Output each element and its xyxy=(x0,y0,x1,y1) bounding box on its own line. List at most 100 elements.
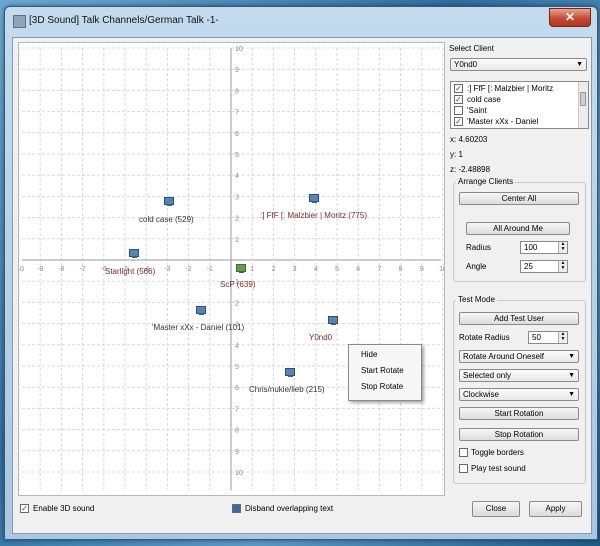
list-item-label: :] FfF [: Malzbier | Moritz xyxy=(467,84,554,93)
chevron-down-icon: ▼ xyxy=(568,353,575,360)
rotate-radius-label: Rotate Radius xyxy=(459,333,510,342)
all-around-me-button[interactable]: All Around Me xyxy=(466,222,570,235)
x-tick-label: -10 xyxy=(19,266,24,273)
list-item[interactable]: ✓ cold case xyxy=(451,94,575,105)
list-scrollbar[interactable] xyxy=(578,82,588,128)
client-icon-y0nd0[interactable] xyxy=(328,316,338,326)
apply-button[interactable]: Apply xyxy=(529,501,582,517)
spin-arrows-icon[interactable]: ▲ ▼ xyxy=(558,332,567,343)
x-tick-label: -9 xyxy=(37,266,43,273)
select-client-value: Y0nd0 xyxy=(454,60,478,69)
x-tick-label: 3 xyxy=(293,266,297,273)
play-test-sound-label[interactable]: Play test sound xyxy=(471,464,526,473)
radius-value: 100 xyxy=(524,243,538,252)
enable-3d-sound-checkbox[interactable]: ✓ xyxy=(20,504,29,513)
test-mode-title: Test Mode xyxy=(456,295,497,304)
selection-dropdown[interactable]: Selected only ▼ xyxy=(459,369,579,382)
client-icon-scp[interactable] xyxy=(236,264,246,274)
client-icon-fff-malzbier[interactable] xyxy=(309,194,319,204)
enable-3d-sound-label[interactable]: Enable 3D sound xyxy=(33,504,94,513)
x-tick-label: 10 xyxy=(439,266,444,273)
coord-x: x: 4.60203 xyxy=(450,135,488,144)
list-item-label: cold case xyxy=(467,95,501,104)
y-tick-label: 6 xyxy=(235,385,239,392)
menu-item-hide[interactable]: Hide xyxy=(349,347,421,363)
rotate-mode-dropdown[interactable]: Rotate Around Oneself ▼ xyxy=(459,350,579,363)
rotate-radius-spinbox[interactable]: 50 ▲ ▼ xyxy=(528,331,568,344)
y-tick-label: 8 xyxy=(235,88,239,95)
list-item-checkbox[interactable]: ✓ xyxy=(454,84,463,93)
app-icon xyxy=(13,15,26,28)
client-label-master-daniel[interactable]: 'Master xXx - Daniel (101) xyxy=(152,323,244,332)
y-tick-label: 4 xyxy=(235,343,239,350)
toggle-borders-label[interactable]: Toggle borders xyxy=(471,448,524,457)
list-item-label: 'Master xXx - Daniel xyxy=(467,117,539,126)
center-all-button[interactable]: Center All xyxy=(459,192,579,205)
client-label-chris-nukie[interactable]: Chris/nukie/lieb (215) xyxy=(249,385,325,394)
client-checklist[interactable]: ✓ :] FfF [: Malzbier | Moritz ✓ cold cas… xyxy=(450,81,589,129)
client-label-y0nd0[interactable]: Y0nd0 xyxy=(309,333,332,342)
angle-spinbox[interactable]: 25 ▲ ▼ xyxy=(520,260,568,273)
close-button[interactable]: Close xyxy=(472,501,520,517)
y-tick-label: 7 xyxy=(235,110,239,117)
x-tick-label: -2 xyxy=(185,266,191,273)
chevron-down-icon: ▼ xyxy=(568,391,575,398)
window-title: [3D Sound] Talk Channels/German Talk -1- xyxy=(29,15,219,26)
list-item-checkbox[interactable] xyxy=(454,106,463,115)
toggle-borders-checkbox[interactable] xyxy=(459,448,468,457)
x-tick-label: -1 xyxy=(207,266,213,273)
menu-item-stop-rotate[interactable]: Stop Rotate xyxy=(349,379,421,395)
list-item[interactable]: ✓ 'Master xXx - Daniel xyxy=(451,116,575,127)
x-tick-label: -7 xyxy=(79,266,85,273)
client-icon-cold-case[interactable] xyxy=(164,197,174,207)
y-tick-label: 1 xyxy=(235,237,239,244)
x-tick-label: 6 xyxy=(356,266,360,273)
title-bar[interactable]: [3D Sound] Talk Channels/German Talk -1-… xyxy=(5,7,597,33)
play-test-sound-checkbox[interactable] xyxy=(459,464,468,473)
radius-label: Radius xyxy=(466,243,491,252)
list-item-checkbox[interactable]: ✓ xyxy=(454,95,463,104)
selection-value: Selected only xyxy=(463,371,512,380)
direction-dropdown[interactable]: Clockwise ▼ xyxy=(459,388,579,401)
client-icon-chris-nukie[interactable] xyxy=(285,368,295,378)
rotate-radius-value: 50 xyxy=(532,333,541,342)
list-item[interactable]: 'Saint xyxy=(451,105,575,116)
add-test-user-button[interactable]: Add Test User xyxy=(459,312,579,325)
client-label-scp[interactable]: ScP (639) xyxy=(220,280,255,289)
y-tick-label: 9 xyxy=(235,67,239,74)
client-label-fff-malzbier[interactable]: :] FfF [: Malzbier | Moritz (775) xyxy=(260,211,367,220)
y-tick-label: 10 xyxy=(235,46,243,53)
list-item[interactable]: ✓ :] FfF [: Malzbier | Moritz xyxy=(451,83,575,94)
y-tick-label: 5 xyxy=(235,364,239,371)
x-tick-label: 1 xyxy=(250,266,254,273)
x-tick-label: 4 xyxy=(314,266,318,273)
list-scrollbar-thumb[interactable] xyxy=(580,92,586,106)
chevron-down-icon: ▼ xyxy=(576,61,583,68)
stop-rotation-button[interactable]: Stop Rotation xyxy=(459,428,579,441)
window-close-button[interactable]: ✕ xyxy=(549,8,591,27)
chevron-down-icon: ▼ xyxy=(568,372,575,379)
client-icon-master-daniel[interactable] xyxy=(196,306,206,316)
plot-area[interactable]: -1010-99-88-77-66-55-44-33-22-1111223344… xyxy=(18,42,445,496)
client-label-cold-case[interactable]: cold case (529) xyxy=(139,215,194,224)
client-icon-starlight[interactable] xyxy=(129,249,139,259)
select-client-dropdown[interactable]: Y0nd0 ▼ xyxy=(450,58,587,71)
y-tick-label: 4 xyxy=(235,173,239,180)
spin-arrows-icon[interactable]: ▲ ▼ xyxy=(558,261,567,272)
y-tick-label: 2 xyxy=(235,216,239,223)
disband-overlapping-label[interactable]: Disband overlapping text xyxy=(245,504,333,513)
x-tick-label: -3 xyxy=(164,266,170,273)
radius-spinbox[interactable]: 100 ▲ ▼ xyxy=(520,241,568,254)
client-context-menu: Hide Start Rotate Stop Rotate xyxy=(348,344,422,401)
window-client-area: -1010-99-88-77-66-55-44-33-22-1111223344… xyxy=(12,37,592,534)
client-label-starlight[interactable]: Starlight (566) xyxy=(105,267,155,276)
y-tick-label: 6 xyxy=(235,131,239,138)
select-client-label: Select Client xyxy=(449,44,494,53)
disband-overlapping-checkbox[interactable] xyxy=(232,504,241,513)
list-item-checkbox[interactable]: ✓ xyxy=(454,117,463,126)
menu-item-start-rotate[interactable]: Start Rotate xyxy=(349,363,421,379)
spin-arrows-icon[interactable]: ▲ ▼ xyxy=(558,242,567,253)
x-tick-label: 8 xyxy=(399,266,403,273)
start-rotation-button[interactable]: Start Rotation xyxy=(459,407,579,420)
coord-z: z: -2.48898 xyxy=(450,165,491,174)
